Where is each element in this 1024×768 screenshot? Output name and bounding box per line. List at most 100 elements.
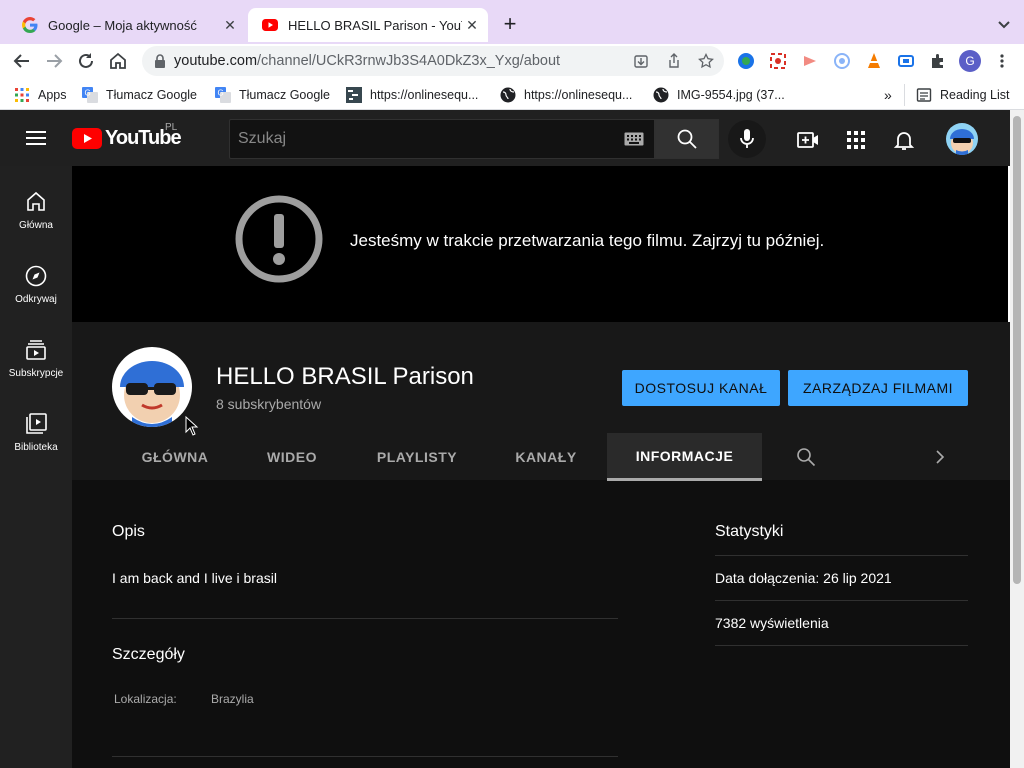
- sidebar-item-explore[interactable]: Odkrywaj: [0, 250, 72, 324]
- bookmark-img-9554[interactable]: IMG-9554.jpg (37...: [653, 86, 785, 104]
- home-button[interactable]: [106, 49, 130, 73]
- bookmark-apps[interactable]: Apps: [14, 86, 67, 104]
- sidebar-item-library[interactable]: Biblioteka: [0, 398, 72, 472]
- close-tab-icon[interactable]: ✕: [462, 15, 482, 35]
- divider: [715, 645, 968, 646]
- reload-icon: [79, 53, 93, 68]
- scrollbar-thumb[interactable]: [1013, 116, 1021, 584]
- bookmark-translate-2[interactable]: G Tłumacz Google: [215, 86, 330, 104]
- divider: [715, 600, 968, 601]
- bookmark-onlinesequencer-2[interactable]: https://onlinesequ...: [500, 86, 632, 104]
- url-text: youtube.com/channel/UCkR3rnwJb3S4A0DkZ3x…: [174, 53, 561, 69]
- chevron-right-icon[interactable]: [930, 447, 950, 467]
- forward-button[interactable]: [42, 49, 66, 73]
- bookmark-label: Apps: [38, 88, 67, 102]
- subscriptions-icon: [26, 340, 46, 360]
- bookmark-star-icon[interactable]: [698, 53, 714, 69]
- page-scrollbar[interactable]: [1010, 110, 1024, 768]
- customize-channel-button[interactable]: DOSTOSUJ KANAŁ: [622, 370, 780, 406]
- divider: [112, 756, 618, 757]
- bookmark-label: IMG-9554.jpg (37...: [677, 88, 785, 102]
- sidebar-item-label: Główna: [19, 220, 53, 231]
- search-button[interactable]: [655, 119, 719, 159]
- lock-icon: [155, 54, 165, 68]
- description-title: Opis: [112, 523, 145, 540]
- arrow-right-icon: [47, 54, 63, 68]
- keyboard-icon[interactable]: [624, 132, 644, 146]
- channel-tabs: GŁÓWNA WIDEO PLAYLISTY KANAŁY INFORMACJE: [72, 433, 1010, 481]
- sidebar-item-home[interactable]: Główna: [0, 176, 72, 250]
- subscriber-count: 8 subskrybentów: [216, 396, 322, 412]
- share-icon[interactable]: [666, 53, 682, 69]
- tab-channels[interactable]: KANAŁY: [502, 433, 590, 481]
- sidebar-item-subscriptions[interactable]: Subskrypcje: [0, 324, 72, 398]
- about-content: [72, 481, 1010, 768]
- profile-avatar[interactable]: G: [959, 50, 981, 72]
- extensions-puzzle-icon[interactable]: [929, 52, 947, 70]
- bookmarks-overflow-button[interactable]: »: [884, 86, 892, 104]
- browser-tab-google-activity[interactable]: Google – Moja aktywność ✕: [8, 8, 246, 42]
- google-icon: [22, 17, 38, 33]
- channel-avatar: [112, 347, 192, 427]
- new-tab-button[interactable]: +: [498, 13, 522, 37]
- bookmark-translate-1[interactable]: G Tłumacz Google: [82, 86, 197, 104]
- sequencer-icon: [346, 87, 362, 103]
- search-input[interactable]: [230, 120, 610, 158]
- svg-text:G: G: [85, 89, 91, 98]
- reading-list-icon: [916, 88, 932, 102]
- extension-screenshot-icon[interactable]: [769, 52, 787, 70]
- bookmark-label: https://onlinesequ...: [524, 88, 633, 102]
- tab-about[interactable]: INFORMACJE: [607, 433, 762, 481]
- search-field[interactable]: [229, 119, 655, 159]
- bookmark-onlinesequencer-1[interactable]: https://onlinesequ...: [346, 86, 478, 104]
- banner-edge-line: [1008, 166, 1010, 322]
- install-app-icon[interactable]: [633, 53, 649, 69]
- address-bar[interactable]: youtube.com/channel/UCkR3rnwJb3S4A0DkZ3x…: [142, 46, 724, 76]
- apps-grid-icon: [15, 88, 29, 102]
- compass-icon: [25, 265, 47, 287]
- reload-button[interactable]: [74, 49, 98, 73]
- back-button[interactable]: [10, 49, 34, 73]
- extension-vlc-icon[interactable]: [865, 52, 883, 70]
- extension-circle-icon[interactable]: [833, 52, 851, 70]
- view-count: 7382 wyświetlenia: [715, 615, 829, 631]
- extension-globe-icon[interactable]: [737, 52, 755, 70]
- mini-guide-sidebar: Główna Odkrywaj Subskrypcje Biblioteka: [0, 166, 72, 768]
- microphone-icon: [740, 129, 754, 148]
- apps-icon[interactable]: [844, 128, 868, 152]
- country-code: PL: [165, 122, 178, 133]
- globe-icon: [500, 87, 516, 103]
- kebab-menu-icon[interactable]: [993, 52, 1011, 70]
- joined-date: Data dołączenia: 26 lip 2021: [715, 570, 892, 586]
- processing-message: Jesteśmy w trakcie przetwarzania tego fi…: [350, 231, 825, 250]
- close-tab-icon[interactable]: ✕: [220, 15, 240, 35]
- channel-search-icon[interactable]: [796, 447, 816, 467]
- library-icon: [26, 413, 47, 434]
- menu-hamburger-icon[interactable]: [24, 128, 48, 148]
- tab-videos[interactable]: WIDEO: [252, 433, 332, 481]
- manage-videos-button[interactable]: ZARZĄDZAJ FILMAMI: [788, 370, 968, 406]
- tab-home[interactable]: GŁÓWNA: [112, 433, 238, 481]
- tab-title: Google – Moja aktywność: [48, 17, 197, 33]
- bookmarks-divider: [904, 84, 905, 106]
- home-icon: [27, 191, 45, 211]
- extension-video-icon[interactable]: [801, 52, 819, 70]
- exclamation-circle-icon: [235, 195, 323, 283]
- divider: [715, 555, 968, 556]
- translate-icon: G: [82, 87, 98, 103]
- reading-list-button[interactable]: Reading List: [916, 86, 1010, 104]
- account-avatar[interactable]: [946, 123, 978, 155]
- globe-icon: [653, 87, 669, 103]
- tab-playlists[interactable]: PLAYLISTY: [362, 433, 472, 481]
- tab-search-chevron-icon[interactable]: [994, 14, 1014, 34]
- sidebar-item-label: Subskrypcje: [8, 368, 64, 379]
- bookmark-label: Tłumacz Google: [106, 88, 198, 102]
- create-video-icon[interactable]: [796, 128, 820, 152]
- notifications-bell-icon[interactable]: [892, 128, 916, 152]
- youtube-play-logo-icon: [72, 127, 102, 149]
- bookmark-label: https://onlinesequ...: [370, 88, 479, 102]
- extension-screen-icon[interactable]: [897, 52, 915, 70]
- arrow-left-icon: [13, 54, 29, 68]
- voice-search-button[interactable]: [728, 120, 766, 158]
- browser-tab-youtube[interactable]: HELLO BRASIL Parison - YouTube ✕: [248, 8, 488, 42]
